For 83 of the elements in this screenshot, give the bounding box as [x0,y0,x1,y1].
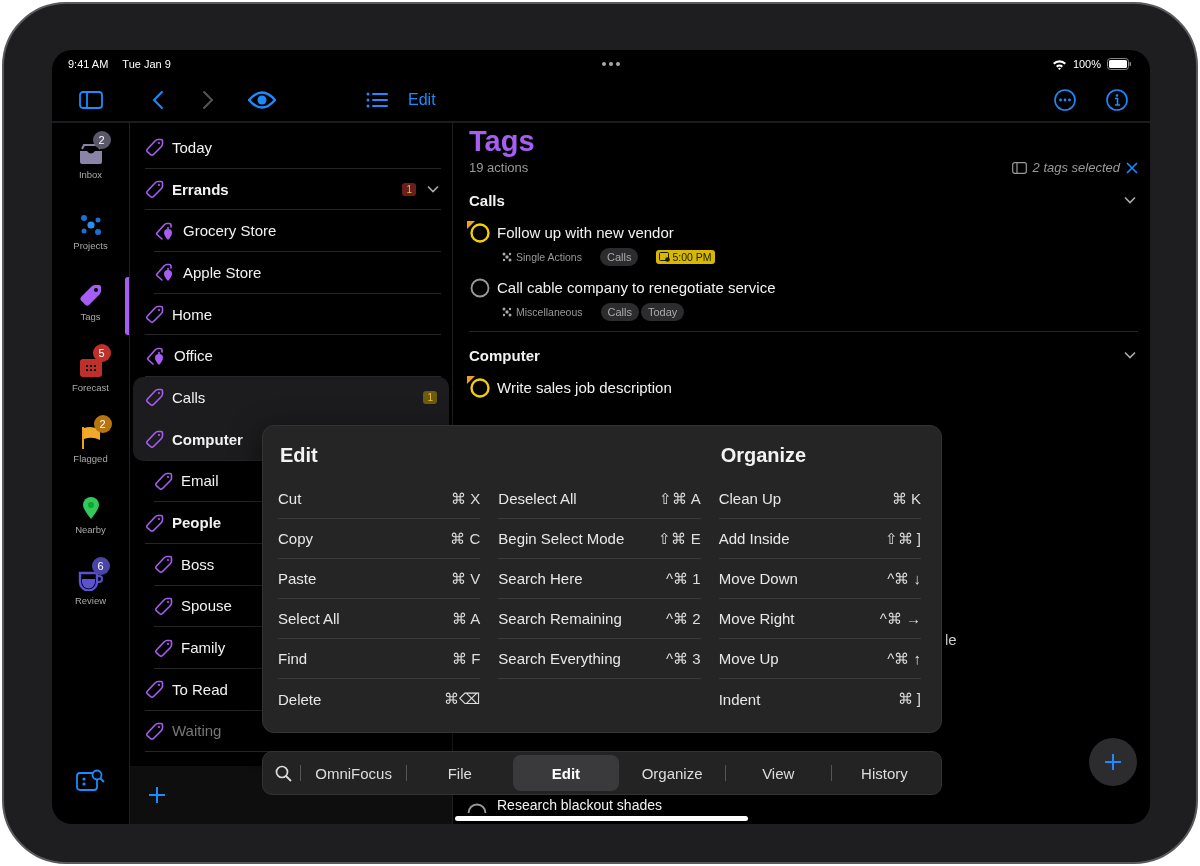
selection-summary: 2 tags selected [1032,160,1120,175]
tag-name: Apple Store [183,263,262,281]
keyboard-shortcut: ⌘ F [452,649,481,668]
status-time: 9:41 AM [68,58,109,70]
status-date: Tue Jan 9 [122,58,171,70]
tag-name: Boss [181,555,215,573]
menu-item-label: Copy [278,530,314,547]
menu-item-label: Paste [278,570,317,587]
keyboard-shortcut: ⌘ X [451,489,481,508]
rail-label: Inbox [78,169,103,180]
tag-name: Waiting [172,722,222,740]
tag-name: People [172,514,222,532]
keyboard-shortcut: ⇧⌘ A [659,489,701,508]
menu-heading: Organize [720,444,807,466]
count-badge: 2 [93,415,112,433]
page-title: Tags [469,125,536,158]
count-badge: 5 [92,344,111,362]
rail-label: Tags [80,311,101,322]
menu-item-label: Delete [278,690,322,708]
keyboard-shortcut: ^⌘ 3 [666,649,701,668]
tag-name: Home [172,305,212,323]
action-count: 19 actions [469,160,529,175]
keyboard-shortcut: ⌘ C [450,529,481,548]
menu-item-label: Search Everything [498,650,621,667]
rail-label: Projects [73,240,108,251]
menu-heading: Edit [280,444,318,466]
menu-item-label: Search Remaining [498,610,622,627]
keyboard-shortcut: ⌘ ] [897,690,921,708]
battery-percent: 100% [1072,58,1101,70]
menu-item-label: Deselect All [498,490,577,507]
keyboard-shortcut: ⌘ V [451,569,481,588]
count-badge: 1 [402,182,416,196]
menu-item-label: Find [278,650,308,667]
menu-item-label: Add Inside [718,530,790,547]
rail-label: Forecast [72,382,109,393]
tag-name: Spouse [181,597,232,615]
section-heading: Computer [469,346,540,364]
tag-name: Email [181,472,219,490]
keyboard-shortcut: ⇧⌘ E [658,529,701,548]
keyboard-shortcut: ⌘ A [451,609,481,628]
menu-item-label: Clean Up [718,490,782,507]
tag-name: Grocery Store [183,222,277,240]
count-badge: 1 [423,390,437,404]
action-title: le [945,631,957,648]
keyboard-shortcut: ⌘ K [891,489,921,508]
action-title: Call cable company to renegotiate service [497,278,776,296]
tag-name: Errands [172,180,229,198]
tag-name: Today [172,138,213,156]
menu-item-label: Move Down [718,570,798,587]
keyboard-shortcut: ^⌘ ↓ [887,569,921,588]
project-name: Miscellaneous [516,306,583,318]
menu-item-label: Indent [718,690,761,708]
action-title: Follow up with new vendor [497,223,674,241]
tag-name: To Read [172,680,228,698]
menu-item-label: Move Up [718,650,779,667]
tag-name: Calls [172,388,206,406]
tag-chip: Calls [599,248,639,266]
rail-label: Review [74,595,107,606]
rail-label: Nearby [75,524,106,535]
keyboard-shortcut: ^⌘ 1 [666,569,701,588]
count-badge: 2 [92,131,111,149]
keyboard-shortcut: ^⌘ → [879,609,921,628]
menu-item-label: Cut [278,490,302,507]
count-badge: 6 [91,557,110,575]
tag-chip: Today [641,303,685,321]
keyboard-shortcut: ^⌘ 2 [666,609,701,628]
action-title: Research blackout shades [497,798,662,813]
rail-label: Flagged [73,453,108,464]
keyboard-shortcut: ⌘⌫ [444,690,481,708]
due-time-badge: 5:00 PM [656,250,715,264]
menu-item-label: Move Right [718,610,795,627]
project-name: Single Actions [516,251,582,263]
tag-name: Family [181,639,226,657]
keyboard-shortcut: ⇧⌘ ] [884,529,921,548]
menu-item-label: Begin Select Mode [498,530,625,547]
tag-name: Office [174,347,213,365]
action-title: Write sales job description [497,378,672,396]
menu-item-label: Select All [278,610,340,627]
menu-item-label: Search Here [498,570,583,587]
tag-name: Computer [172,430,243,448]
section-heading: Calls [469,191,505,209]
keyboard-shortcut: ^⌘ ↑ [887,649,921,668]
tag-chip: Calls [600,303,639,321]
